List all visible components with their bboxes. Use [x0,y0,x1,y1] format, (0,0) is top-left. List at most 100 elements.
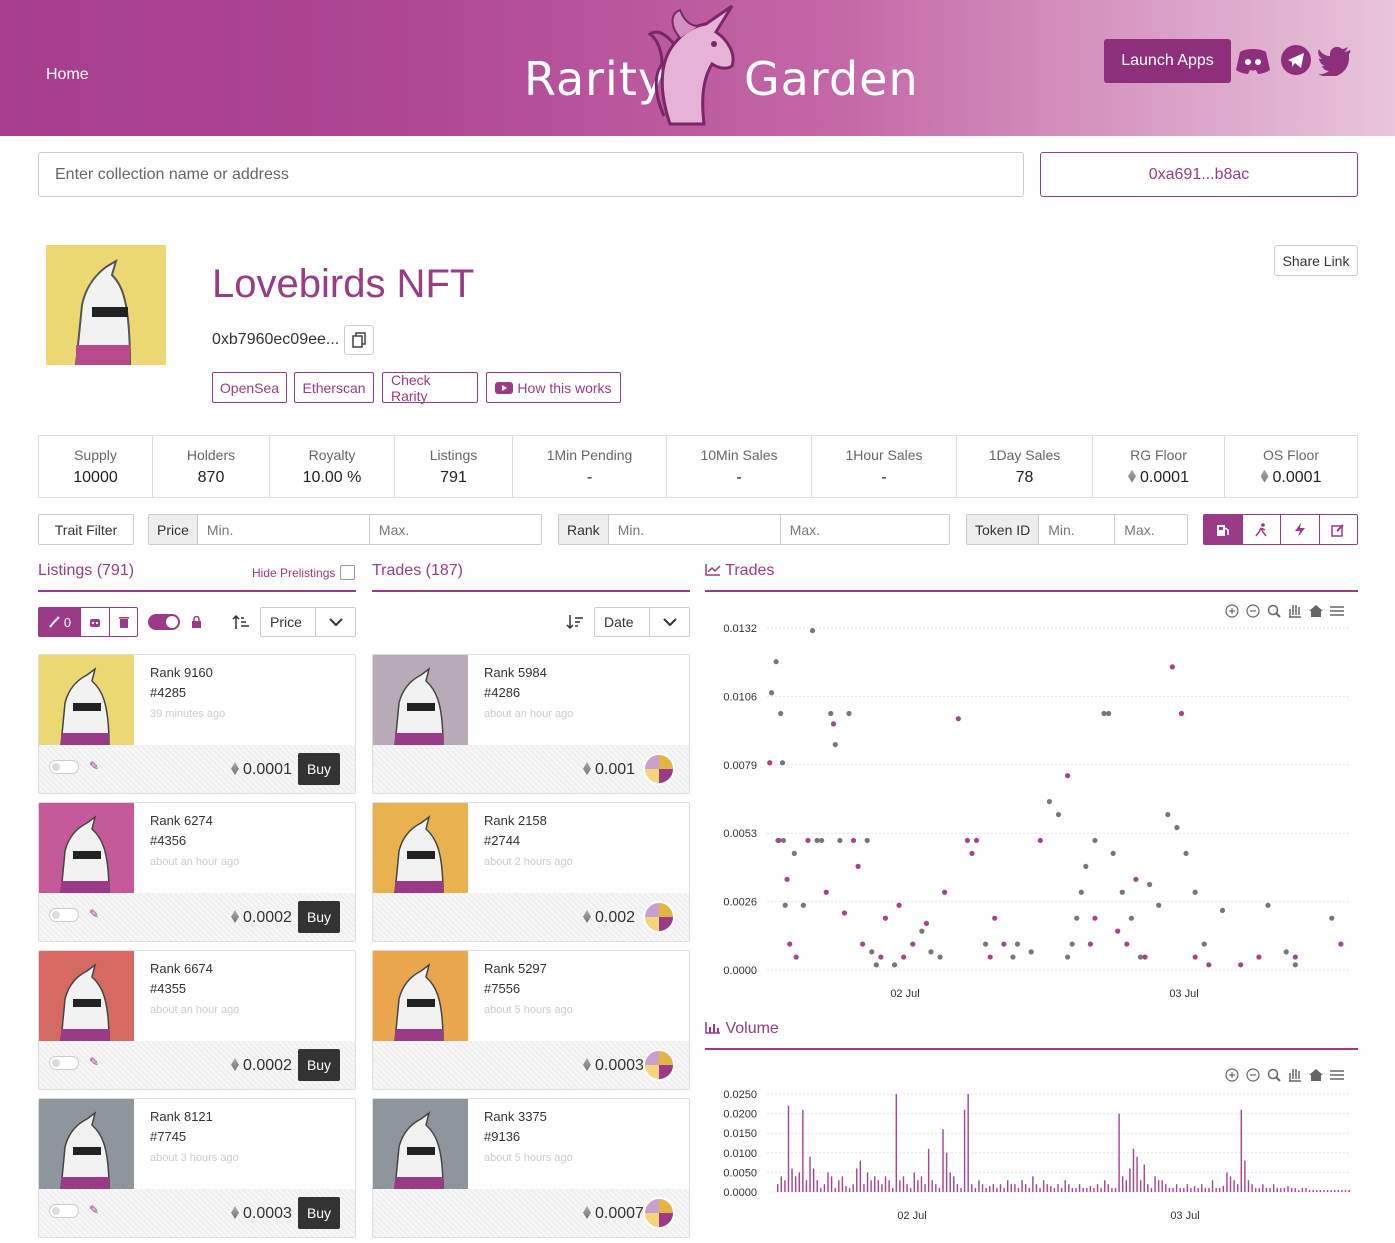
trade-point [983,941,989,947]
select-toggle[interactable] [49,1204,79,1218]
sweep-button[interactable]: 0 [39,608,81,636]
bot-button[interactable] [81,608,110,636]
trait-filter-button[interactable]: Trait Filter [38,514,134,545]
price-min-input[interactable]: Min. [198,515,370,544]
trade-card[interactable]: Rank 5984 #4286 about an hour ago 0.001 [372,654,690,794]
magnifier-icon[interactable] [1267,1068,1281,1082]
nft-thumbnail[interactable] [39,655,134,745]
stat-value: 791 [440,468,467,486]
broom-icon[interactable]: ✎ [89,1055,99,1069]
delete-button[interactable] [110,608,137,636]
share-link-button[interactable]: Share Link [1274,245,1358,276]
trade-point [1192,889,1198,895]
broom-icon[interactable]: ✎ [89,1203,99,1217]
etherscan-link[interactable]: Etherscan [294,372,374,403]
twitter-icon[interactable] [1318,44,1352,76]
trade-point [1124,941,1130,947]
magnifier-icon[interactable] [1267,604,1281,618]
trade-point [1078,889,1084,895]
check-rarity-link[interactable]: Check Rarity [382,372,478,404]
nft-thumbnail[interactable] [39,1099,134,1189]
nft-thumbnail[interactable] [373,803,468,893]
launch-apps-button[interactable]: Launch Apps [1104,39,1231,83]
sort-ascending-icon[interactable] [232,614,250,630]
price-max-input[interactable]: Max. [370,515,541,544]
volume-bar [1326,1190,1329,1192]
volume-bar [1201,1184,1203,1192]
lightning-button[interactable] [1281,515,1320,544]
trade-card[interactable]: Rank 3375 #9136 about 5 hours ago 0.0007 [372,1098,690,1238]
trades-scatter-chart[interactable]: 0.0132 0.0106 0.0079 0.0053 0.0026 0.0000 02 J… [705,598,1358,1008]
pan-hand-icon[interactable] [1289,605,1301,618]
home-link[interactable]: Home [46,66,89,84]
listing-card[interactable]: Rank 8121 #7745 about 3 hours ago ✎ 0.00… [38,1098,356,1238]
listings-sort-select[interactable]: Price [260,607,356,637]
chevron-down-icon [315,608,355,636]
buy-button[interactable]: Buy [298,753,340,785]
volume-bar [848,1188,851,1192]
select-toggle[interactable] [49,760,79,774]
menu-icon[interactable] [1330,606,1344,616]
zoom-out-icon[interactable] [1246,604,1260,618]
zoom-in-icon[interactable] [1225,1068,1239,1082]
buy-button[interactable]: Buy [298,1197,340,1229]
nft-thumbnail[interactable] [39,951,134,1041]
how-this-works-link[interactable]: How this works [486,372,621,403]
trade-card[interactable]: Rank 5297 #7556 about 5 hours ago 0.0003 [372,950,690,1090]
opensea-link[interactable]: OpenSea [212,372,287,403]
hide-prelistings-checkbox[interactable] [340,565,355,580]
trade-point [1201,941,1207,947]
marketplace-icon[interactable] [643,753,675,785]
buy-button[interactable]: Buy [298,1049,340,1081]
trades-sort-select[interactable]: Date [594,607,690,637]
marketplace-icon[interactable] [643,901,675,933]
gas-pump-button[interactable] [1204,515,1243,544]
marketplace-icon[interactable] [643,1197,675,1229]
discord-icon[interactable] [1236,44,1270,76]
listing-card[interactable]: Rank 6274 #4356 about an hour ago ✎ 0.00… [38,802,356,942]
collection-search-input[interactable]: Enter collection name or address [38,152,1024,197]
wallet-button[interactable]: 0xa691...b8ac [1040,152,1358,197]
menu-icon[interactable] [1330,1070,1344,1080]
nft-thumbnail[interactable] [39,803,134,893]
broom-icon[interactable]: ✎ [89,759,99,773]
select-toggle[interactable] [49,908,79,922]
trade-card[interactable]: Rank 2158 #2744 about 2 hours ago 0.002 [372,802,690,942]
select-toggle[interactable] [49,1056,79,1070]
broom-icon[interactable]: ✎ [89,907,99,921]
home-icon[interactable] [1309,1069,1323,1081]
edit-button[interactable] [1320,515,1358,544]
volume-bar [1258,1188,1260,1192]
marketplace-icon[interactable] [643,1049,675,1081]
auto-toggle[interactable] [148,614,180,630]
running-button[interactable] [1243,515,1281,544]
zoom-in-icon[interactable] [1225,604,1239,618]
sort-descending-icon[interactable] [566,614,584,630]
lightning-icon [1294,522,1305,537]
volume-bar [1208,1188,1210,1192]
pan-hand-icon[interactable] [1289,1069,1301,1082]
buy-button[interactable]: Buy [298,901,340,933]
listing-card[interactable]: Rank 6674 #4355 about an hour ago ✎ 0.00… [38,950,356,1090]
nft-thumbnail[interactable] [373,951,468,1041]
token-max-input[interactable]: Max. [1115,515,1187,544]
nft-thumbnail[interactable] [373,655,468,745]
trash-icon [118,617,129,628]
x-tick-label: 03 Jul [1170,1210,1199,1222]
trade-point [1178,710,1185,717]
token-min-input[interactable]: Min. [1039,515,1116,544]
trade-point [937,954,943,960]
rank-min-input[interactable]: Min. [609,515,781,544]
stat-value: - [881,468,887,486]
zoom-out-icon[interactable] [1246,1068,1260,1082]
copy-address-button[interactable] [344,325,374,355]
nft-price: 0.0002 [231,1057,292,1075]
listing-card[interactable]: Rank 9160 #4285 39 minutes ago ✎ 0.0001 … [38,654,356,794]
telegram-icon[interactable] [1280,44,1314,76]
rank-max-input[interactable]: Max. [781,515,949,544]
trade-point [1001,941,1007,947]
volume-bar [1348,1190,1350,1192]
home-icon[interactable] [1309,605,1323,617]
volume-bar-chart[interactable]: 0.0250 0.0200 0.0150 0.0100 0.0050 0.0000 02 J… [705,1062,1358,1232]
nft-thumbnail[interactable] [373,1099,468,1189]
